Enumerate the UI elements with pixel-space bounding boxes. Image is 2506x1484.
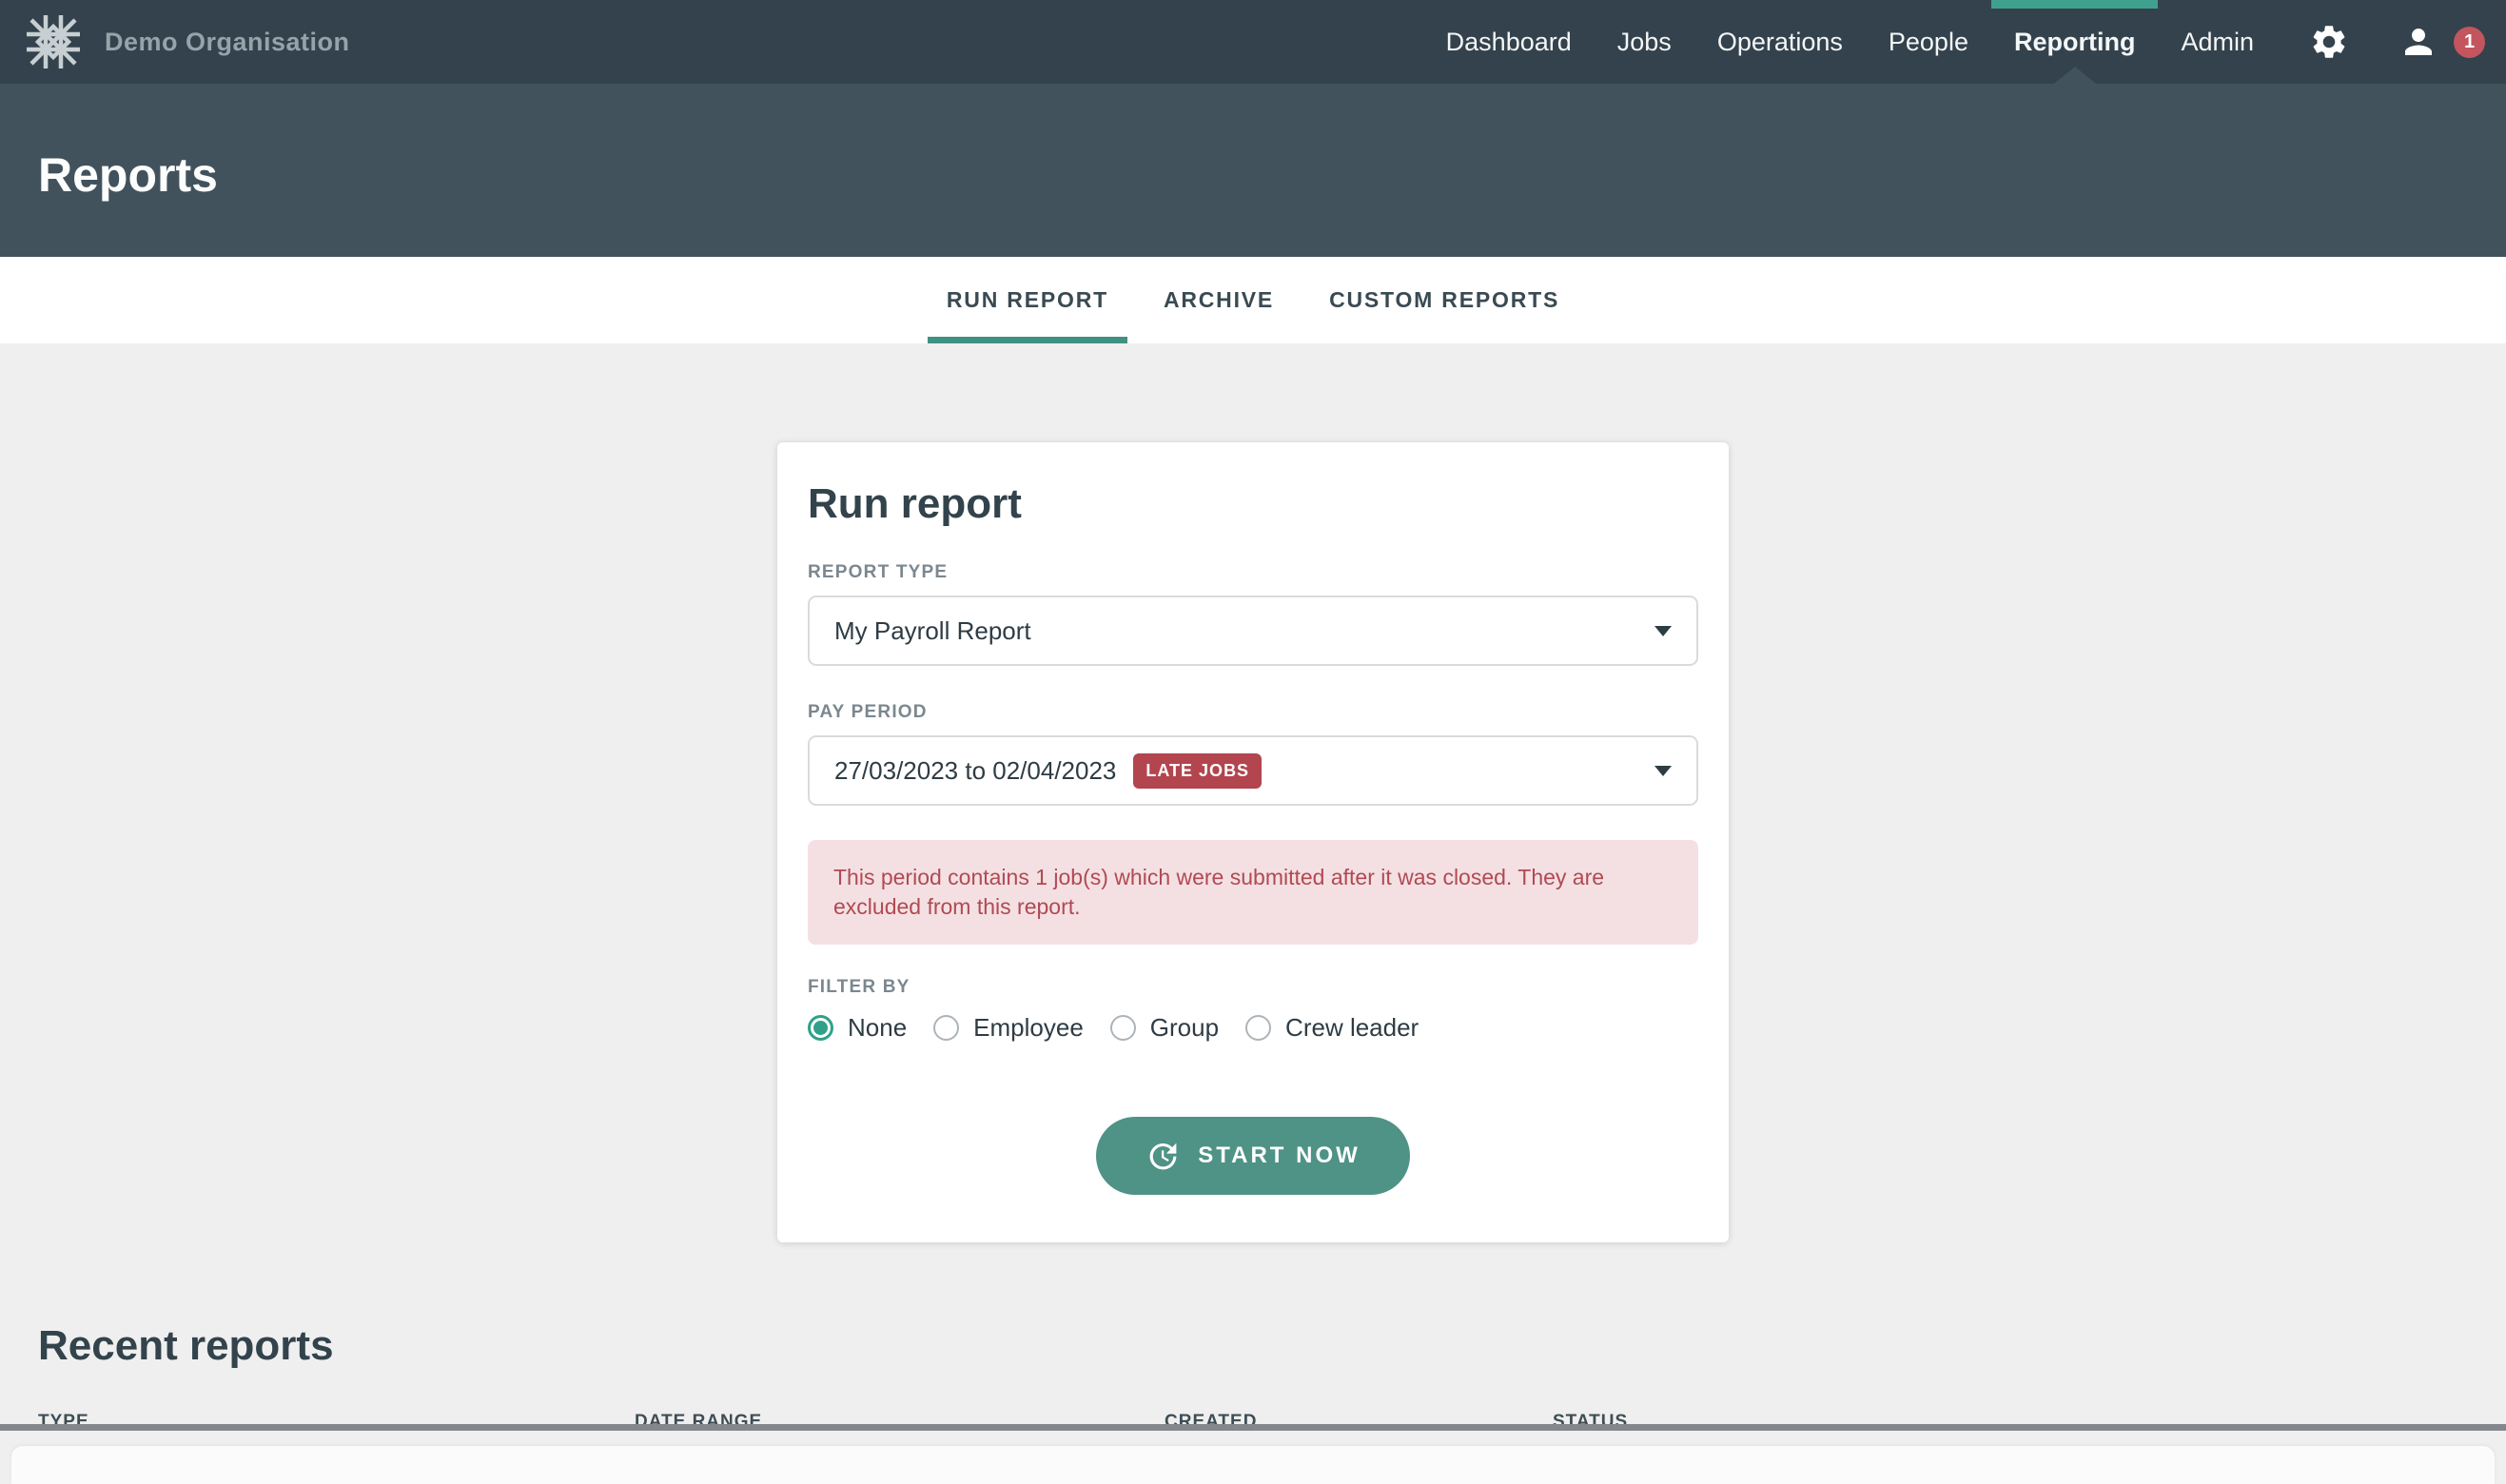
tab-archive[interactable]: ARCHIVE (1145, 257, 1293, 343)
run-report-card: Run report REPORT TYPE My Payroll Report… (777, 442, 1729, 1242)
recent-reports-section: Recent reports TYPE DATE RANGE CREATED S… (0, 1322, 2506, 1484)
reports-page: Demo Organisation Dashboard Jobs Operati… (0, 0, 2506, 1431)
tab-custom-reports[interactable]: CUSTOM REPORTS (1310, 257, 1578, 343)
notification-badge[interactable]: 1 (2454, 27, 2485, 58)
recent-reports-table-card (11, 1446, 2495, 1484)
pay-period-selected-value: 27/03/2023 to 02/04/2023 (834, 756, 1116, 786)
update-clock-icon (1145, 1139, 1181, 1174)
nav-item-people[interactable]: People (1866, 0, 1991, 84)
radio-circle-icon (1110, 1015, 1136, 1041)
profile-button[interactable] (2398, 22, 2438, 62)
settings-button[interactable] (2309, 22, 2349, 62)
page-title: Reports (38, 147, 218, 203)
nav-active-caret (2054, 67, 2096, 84)
radio-circle-icon (1245, 1015, 1271, 1041)
start-now-button[interactable]: START NOW (1096, 1117, 1410, 1195)
dropdown-arrow-icon (1654, 626, 1672, 636)
filter-radio-group: None Employee Group Crew leader (808, 1013, 1698, 1043)
filter-by-label: FILTER BY (808, 977, 1698, 998)
main-nav: Dashboard Jobs Operations People Reporti… (1423, 0, 2485, 84)
radio-circle-icon (933, 1015, 959, 1041)
warning-text: This period contains 1 job(s) which were… (833, 863, 1673, 922)
pay-period-label: PAY PERIOD (808, 702, 1698, 723)
radio-option-none[interactable]: None (808, 1013, 907, 1043)
nav-item-admin[interactable]: Admin (2158, 0, 2277, 84)
late-jobs-badge: LATE JOBS (1133, 753, 1262, 789)
active-tab-underline (928, 337, 1127, 343)
org-name: Demo Organisation (105, 28, 350, 57)
radio-circle-selected-icon (808, 1015, 833, 1041)
report-type-select[interactable]: My Payroll Report (808, 596, 1698, 666)
radio-option-group[interactable]: Group (1110, 1013, 1219, 1043)
gear-icon (2309, 22, 2349, 62)
radio-option-employee[interactable]: Employee (933, 1013, 1084, 1043)
report-type-label: REPORT TYPE (808, 562, 1698, 583)
nav-active-indicator-bar (1991, 0, 2159, 9)
tab-run-report[interactable]: RUN REPORT (928, 257, 1127, 343)
late-jobs-warning-alert: This period contains 1 job(s) which were… (808, 840, 1698, 945)
page-header: Reports (0, 84, 2506, 257)
recent-reports-title: Recent reports (0, 1322, 2506, 1370)
nav-item-dashboard[interactable]: Dashboard (1423, 0, 1595, 84)
content-area: Run report REPORT TYPE My Payroll Report… (0, 442, 2506, 1484)
snowflake-logo-icon (23, 11, 84, 72)
nav-item-reporting[interactable]: Reporting (1991, 0, 2159, 84)
dropdown-arrow-icon (1654, 766, 1672, 776)
nav-item-jobs[interactable]: Jobs (1595, 0, 1694, 84)
run-report-title: Run report (808, 480, 1698, 528)
report-type-selected-value: My Payroll Report (834, 616, 1031, 646)
person-icon (2398, 22, 2438, 62)
reports-tabbar: RUN REPORT ARCHIVE CUSTOM REPORTS (0, 257, 2506, 343)
nav-item-operations[interactable]: Operations (1694, 0, 1866, 84)
org-brand[interactable]: Demo Organisation (23, 11, 350, 72)
pay-period-select[interactable]: 27/03/2023 to 02/04/2023 LATE JOBS (808, 735, 1698, 806)
top-navbar: Demo Organisation Dashboard Jobs Operati… (0, 0, 2506, 84)
radio-option-crew-leader[interactable]: Crew leader (1245, 1013, 1419, 1043)
horizontal-scrollbar[interactable] (0, 1424, 2506, 1431)
